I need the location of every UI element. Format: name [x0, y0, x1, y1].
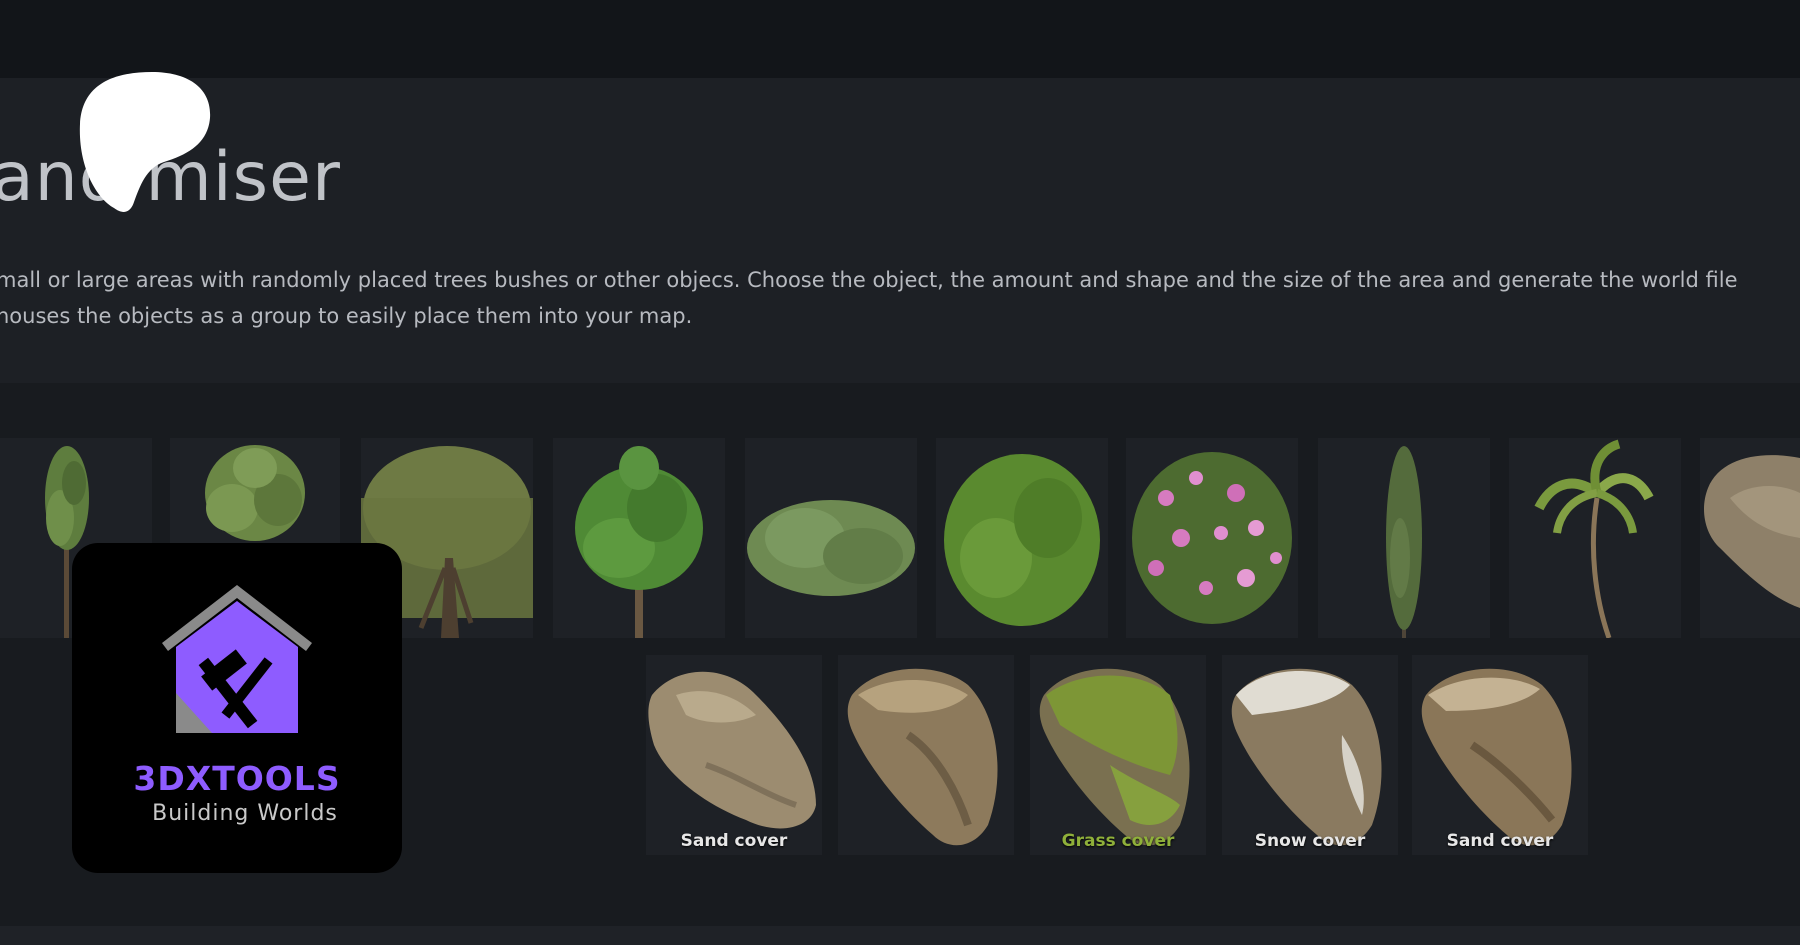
tree-tile-cypress[interactable] [1318, 438, 1490, 638]
tree-icon [1386, 446, 1422, 638]
brand-logo-card: 3DXTOOLS Building Worlds [72, 543, 402, 873]
rock-tile-plain[interactable] [838, 655, 1014, 855]
rock-caption: Grass cover [1061, 831, 1175, 851]
rock-caption: Snow cover [1254, 831, 1366, 851]
top-bar [0, 0, 1800, 78]
rock-icon [1704, 455, 1800, 608]
flower-bush-icon [1132, 452, 1292, 624]
rock-caption: Sand cover [680, 831, 788, 851]
rock-tile-grass[interactable]: Grass cover [1030, 655, 1206, 855]
brand-name: 3DXTOOLS [133, 759, 341, 798]
rock-caption: Sand cover [1446, 831, 1554, 851]
rock-tile-partial[interactable] [1700, 438, 1800, 638]
tree-tile-maple[interactable] [553, 438, 725, 638]
rock-tile-sand[interactable]: Sand cover [646, 655, 822, 855]
bush-tile-flowering[interactable] [1126, 438, 1298, 638]
rock-tile-sand-2[interactable]: Sand cover [1412, 655, 1588, 855]
white-blob-shape [79, 72, 211, 212]
rock-icon [1231, 668, 1382, 846]
page-description: mall or large areas with randomly placed… [0, 262, 1800, 334]
bottom-strip [0, 926, 1800, 945]
hero-section [0, 78, 1800, 383]
tree-icon [575, 446, 703, 638]
bush-icon [944, 454, 1100, 626]
palm-tree-icon [1534, 439, 1654, 638]
tree-tile-palm[interactable] [1509, 438, 1681, 638]
description-line: houses the objects as a group to easily … [0, 304, 693, 328]
bush-icon [747, 500, 915, 596]
rock-icon [1039, 668, 1190, 846]
brand-tagline: Building Worlds [152, 801, 338, 826]
rock-icon [847, 668, 998, 846]
rock-icon [1421, 668, 1572, 846]
rock-tile-snow[interactable]: Snow cover [1222, 655, 1398, 855]
rock-icon [648, 671, 816, 829]
description-line: mall or large areas with randomly placed… [0, 268, 1738, 292]
bush-tile-hedge[interactable] [745, 438, 917, 638]
bush-tile-round[interactable] [936, 438, 1108, 638]
